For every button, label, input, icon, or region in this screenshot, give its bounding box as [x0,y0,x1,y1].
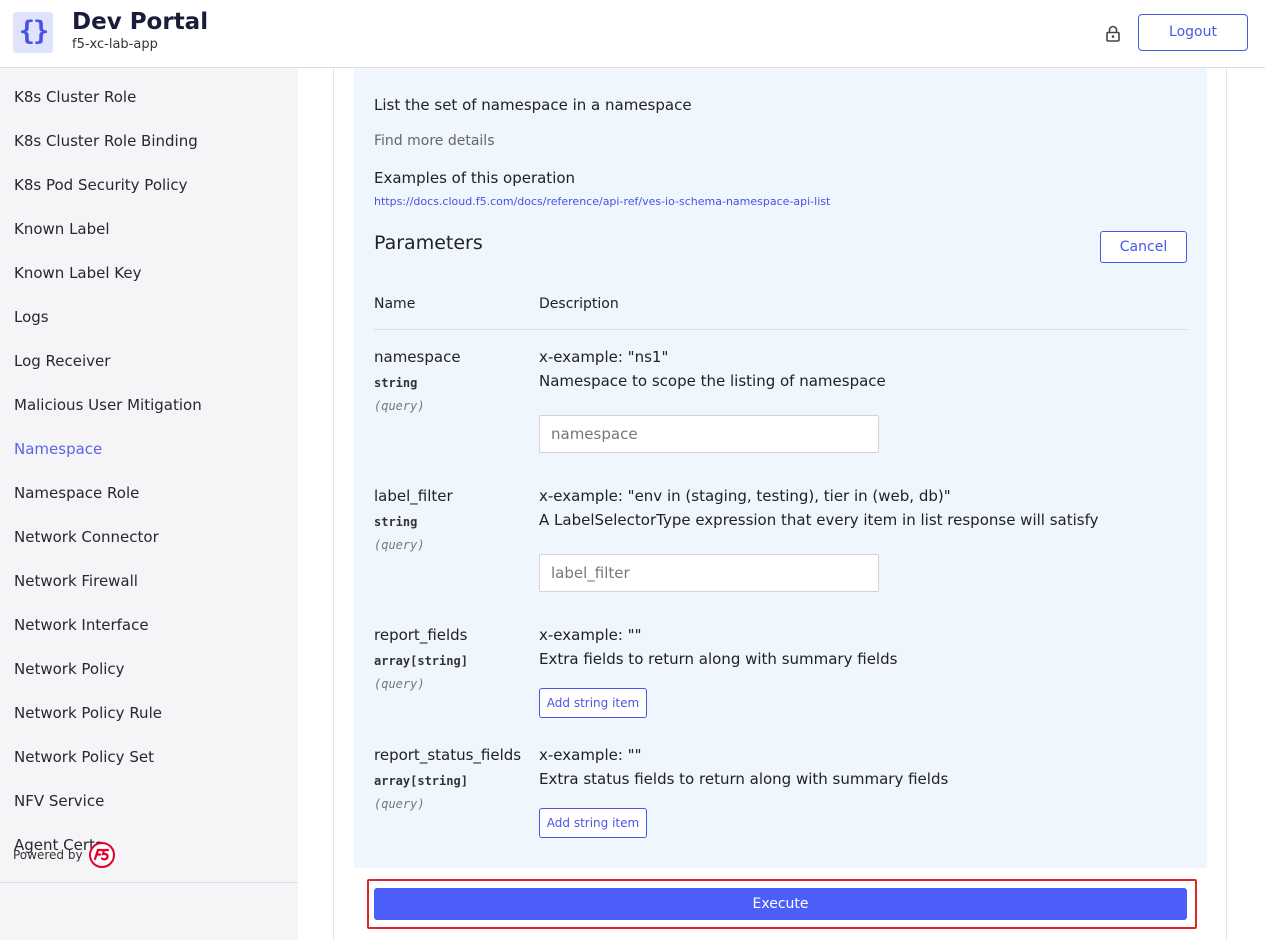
param-location: (query) [374,538,425,552]
sidebar-item-namespace[interactable]: Namespace [14,440,102,458]
sidebar-item-network-connector[interactable]: Network Connector [14,528,159,546]
param-name: label_filter [374,487,453,505]
sidebar-item-known-label[interactable]: Known Label [14,220,110,238]
sidebar-item-namespace-role[interactable]: Namespace Role [14,484,139,502]
param-example: x-example: "" [539,626,642,644]
header-divider [374,329,1187,330]
param-location: (query) [374,797,425,811]
sidebar-item-log-receiver[interactable]: Log Receiver [14,352,110,370]
param-type: string [374,515,418,529]
parameters-title: Parameters [374,232,483,254]
sidebar-item-k8s-cluster-role[interactable]: K8s Cluster Role [14,88,136,106]
app-logo-icon: {} [13,12,53,53]
sidebar: K8s Cluster Role K8s Cluster Role Bindin… [0,68,298,940]
sidebar-item-network-policy[interactable]: Network Policy [14,660,125,678]
f5-logo-icon [89,842,115,868]
param-description: Namespace to scope the listing of namesp… [539,372,886,390]
sidebar-item-k8s-cluster-role-binding[interactable]: K8s Cluster Role Binding [14,132,198,150]
cancel-button[interactable]: Cancel [1100,231,1187,263]
param-type: array[string] [374,654,468,668]
execute-button[interactable]: Execute [374,888,1187,920]
logout-button[interactable]: Logout [1138,14,1248,51]
param-example: x-example: "" [539,746,642,764]
param-name: namespace [374,348,461,366]
param-name: report_fields [374,626,468,644]
app-title: Dev Portal [72,9,209,35]
label-filter-input[interactable] [539,554,879,592]
param-description: A LabelSelectorType expression that ever… [539,511,1099,529]
param-example: x-example: "env in (staging, testing), t… [539,487,951,505]
sidebar-item-known-label-key[interactable]: Known Label Key [14,264,142,282]
param-location: (query) [374,399,425,413]
top-header: {} Dev Portal f5-xc-lab-app Logout [0,0,1265,68]
content-frame-right [1226,68,1227,940]
app-subtitle: f5-xc-lab-app [72,37,158,52]
lock-icon[interactable] [1105,25,1121,42]
examples-link[interactable]: https://docs.cloud.f5.com/docs/reference… [374,195,830,208]
sidebar-item-nfv-service[interactable]: NFV Service [14,792,104,810]
operation-summary: List the set of namespace in a namespace [374,96,692,114]
param-name: report_status_fields [374,746,522,764]
add-string-item-button[interactable]: Add string item [539,808,647,838]
column-header-name: Name [374,296,416,312]
param-type: array[string] [374,774,468,788]
namespace-input[interactable] [539,415,879,453]
sidebar-divider [0,882,298,883]
powered-by-label: Powered by [13,848,83,862]
sidebar-item-network-interface[interactable]: Network Interface [14,616,149,634]
param-description: Extra status fields to return along with… [539,770,949,788]
column-header-description: Description [539,296,619,312]
examples-title: Examples of this operation [374,169,576,187]
sidebar-item-network-policy-rule[interactable]: Network Policy Rule [14,704,162,722]
sidebar-item-malicious-user-mitigation[interactable]: Malicious User Mitigation [14,396,202,414]
sidebar-item-network-policy-set[interactable]: Network Policy Set [14,748,154,766]
param-location: (query) [374,677,425,691]
sidebar-item-network-firewall[interactable]: Network Firewall [14,572,138,590]
sidebar-item-logs[interactable]: Logs [14,308,49,326]
add-string-item-button[interactable]: Add string item [539,688,647,718]
content-frame-left [333,68,334,940]
param-description: Extra fields to return along with summar… [539,650,898,668]
sidebar-item-k8s-pod-security-policy[interactable]: K8s Pod Security Policy [14,176,187,194]
find-more-details: Find more details [374,133,495,149]
param-example: x-example: "ns1" [539,348,669,366]
param-type: string [374,376,418,390]
